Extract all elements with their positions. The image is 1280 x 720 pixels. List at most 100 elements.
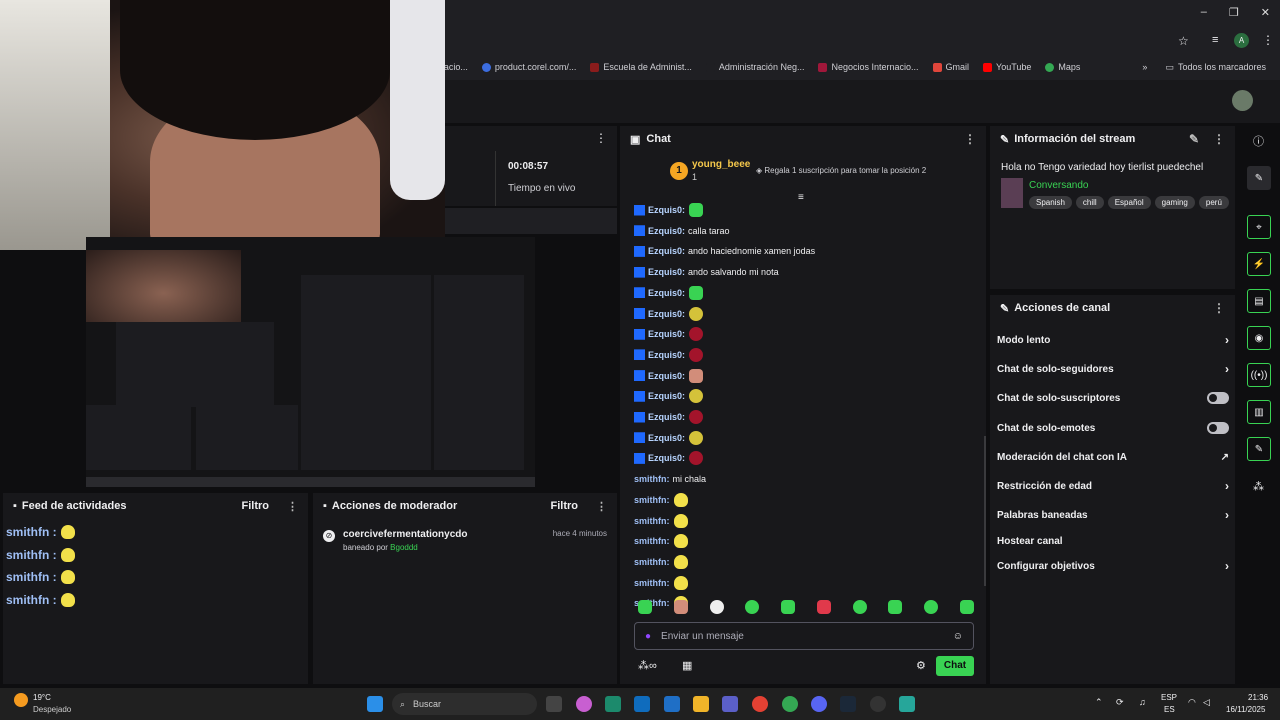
moderator-badge-icon[interactable]	[634, 308, 645, 319]
moderator-badge-icon[interactable]	[634, 245, 645, 257]
bookmark-item[interactable]: Administración Neg...	[705, 62, 804, 72]
toggle-switch[interactable]	[1207, 392, 1229, 404]
channel-action-item[interactable]: Moderación del chat con IA ↗	[997, 448, 1229, 466]
chat-username[interactable]: Ezquis0:	[648, 226, 685, 236]
emoji-icon[interactable]: ☺	[953, 631, 963, 642]
steam-icon[interactable]	[840, 696, 856, 712]
emote-icon[interactable]	[673, 575, 688, 590]
chat-username[interactable]: smithfn:	[634, 536, 670, 546]
chat-input[interactable]: ● Enviar un mensaje ☺	[634, 622, 974, 650]
gear-icon[interactable]: ⚙	[916, 659, 926, 672]
activity-username[interactable]: smithfn :	[6, 548, 57, 562]
bookmark-item[interactable]: Escuela de Administ...	[590, 62, 692, 72]
filter-button[interactable]: Filtro	[551, 500, 579, 512]
emote-icon[interactable]	[673, 534, 688, 549]
tag[interactable]: perú	[1198, 196, 1229, 209]
chat-username[interactable]: Ezquis0:	[648, 329, 685, 339]
chat-username[interactable]: Ezquis0:	[648, 246, 685, 256]
chat-username[interactable]: Ezquis0:	[648, 391, 685, 401]
toggle-switch[interactable]	[1207, 422, 1229, 434]
activity-username[interactable]: smithfn :	[6, 593, 57, 607]
store-icon[interactable]: ▦	[682, 659, 692, 672]
queue-icon[interactable]: ≡	[1212, 34, 1218, 46]
scroll-down-icon[interactable]: ≡	[798, 192, 804, 203]
channel-action-item[interactable]: Modo lento ›	[997, 331, 1229, 349]
moderator-badge-icon[interactable]	[634, 204, 645, 216]
outlook-icon[interactable]	[664, 696, 680, 712]
document-icon[interactable]: ▤	[1247, 289, 1271, 313]
taskview-icon[interactable]	[546, 696, 562, 712]
scrollbar[interactable]	[984, 436, 986, 586]
emote-icon[interactable]	[689, 430, 704, 445]
emote-icon[interactable]	[689, 410, 704, 424]
activity-username[interactable]: smithfn :	[6, 570, 57, 584]
chat-username[interactable]: Ezquis0:	[648, 267, 685, 277]
emote-icon[interactable]	[745, 600, 760, 614]
moderator-badge-icon[interactable]	[634, 349, 645, 361]
moderator-badge-icon[interactable]	[634, 287, 645, 299]
mic-icon[interactable]: ●	[645, 631, 651, 642]
avatar[interactable]	[1232, 90, 1253, 111]
moderator-badge-icon[interactable]	[634, 328, 645, 340]
sync-icon[interactable]: ⟳	[1116, 697, 1124, 708]
menu-kebab-icon[interactable]: ⋮	[1262, 33, 1274, 47]
taskbar-search[interactable]: ⌕ Buscar	[392, 693, 537, 715]
chat-username[interactable]: Ezquis0:	[648, 412, 685, 422]
focus-icon[interactable]: ⌖	[1247, 215, 1271, 239]
emote-icon[interactable]	[689, 389, 704, 404]
chat-username[interactable]: smithfn:	[634, 516, 670, 526]
bookmarks-folder[interactable]: ▭ Todos los marcadores	[1165, 62, 1266, 73]
edge-icon[interactable]	[605, 696, 621, 712]
layout-icon[interactable]: ▥	[1247, 400, 1271, 424]
category-link[interactable]: Conversando	[1029, 180, 1088, 191]
moderator-badge-icon[interactable]	[634, 225, 645, 237]
wifi-icon[interactable]: ◠	[1188, 697, 1196, 708]
emote-icon[interactable]	[673, 492, 688, 507]
channel-action-item[interactable]: Chat de solo-suscriptores	[997, 389, 1229, 407]
emote-icon[interactable]	[924, 600, 939, 614]
wrench-icon[interactable]: ✎	[1247, 437, 1271, 461]
filter-button[interactable]: Filtro	[242, 500, 270, 512]
emote-icon[interactable]	[689, 306, 704, 321]
emote-icon[interactable]	[689, 285, 704, 300]
activity-username[interactable]: smithfn :	[6, 525, 57, 539]
discord-icon[interactable]	[811, 696, 827, 712]
clock-time[interactable]: 21:36	[1248, 693, 1268, 702]
close-icon[interactable]: ✕	[1261, 6, 1270, 19]
moderator-badge-icon[interactable]	[634, 432, 645, 444]
tag[interactable]: gaming	[1154, 196, 1195, 209]
channel-action-item[interactable]: Palabras baneadas ›	[997, 506, 1229, 524]
broadcast-icon[interactable]: ((•))	[1247, 363, 1271, 387]
emote-icon[interactable]	[852, 600, 867, 614]
chat-username[interactable]: smithfn:	[634, 474, 670, 484]
mod-action-moderator[interactable]: Bgoddd	[390, 543, 418, 552]
copilot-icon[interactable]	[576, 696, 592, 712]
emote-icon[interactable]	[689, 203, 704, 217]
emote-icon[interactable]	[781, 600, 796, 614]
app-icon[interactable]	[899, 696, 915, 712]
chat-username[interactable]: smithfn:	[634, 578, 670, 588]
channel-action-item[interactable]: Hostear canal	[997, 532, 1229, 550]
send-chat-button[interactable]: Chat	[936, 656, 974, 676]
emote-icon[interactable]	[673, 600, 688, 614]
mod-action-user[interactable]: coercivefermentationycdo	[343, 529, 468, 540]
mic-icon[interactable]: ♫	[1139, 697, 1146, 707]
moderator-badge-icon[interactable]	[634, 411, 645, 423]
obs-icon[interactable]	[870, 696, 886, 712]
bolt-icon[interactable]: ⚡	[1247, 252, 1271, 276]
chat-username[interactable]: Ezquis0:	[648, 288, 685, 298]
edit-icon[interactable]: ✎	[1189, 132, 1199, 146]
tag[interactable]: Español	[1107, 196, 1151, 209]
extensions-icon[interactable]: ⁂	[1253, 480, 1264, 493]
maximize-icon[interactable]: ❐	[1229, 6, 1239, 19]
bookmark-item[interactable]: Gmail	[932, 62, 969, 72]
chat-username[interactable]: Ezquis0:	[648, 453, 685, 463]
edit-icon[interactable]: ✎	[1247, 166, 1271, 190]
kebab-icon[interactable]: ⋮	[1213, 132, 1225, 146]
chrome-profile-icon[interactable]	[782, 696, 798, 712]
profile-avatar[interactable]: A	[1234, 33, 1249, 48]
emote-icon[interactable]	[689, 368, 704, 383]
bookmark-item[interactable]: Maps	[1045, 62, 1080, 72]
emote-icon[interactable]	[673, 554, 688, 569]
minimize-icon[interactable]: –	[1201, 6, 1207, 19]
